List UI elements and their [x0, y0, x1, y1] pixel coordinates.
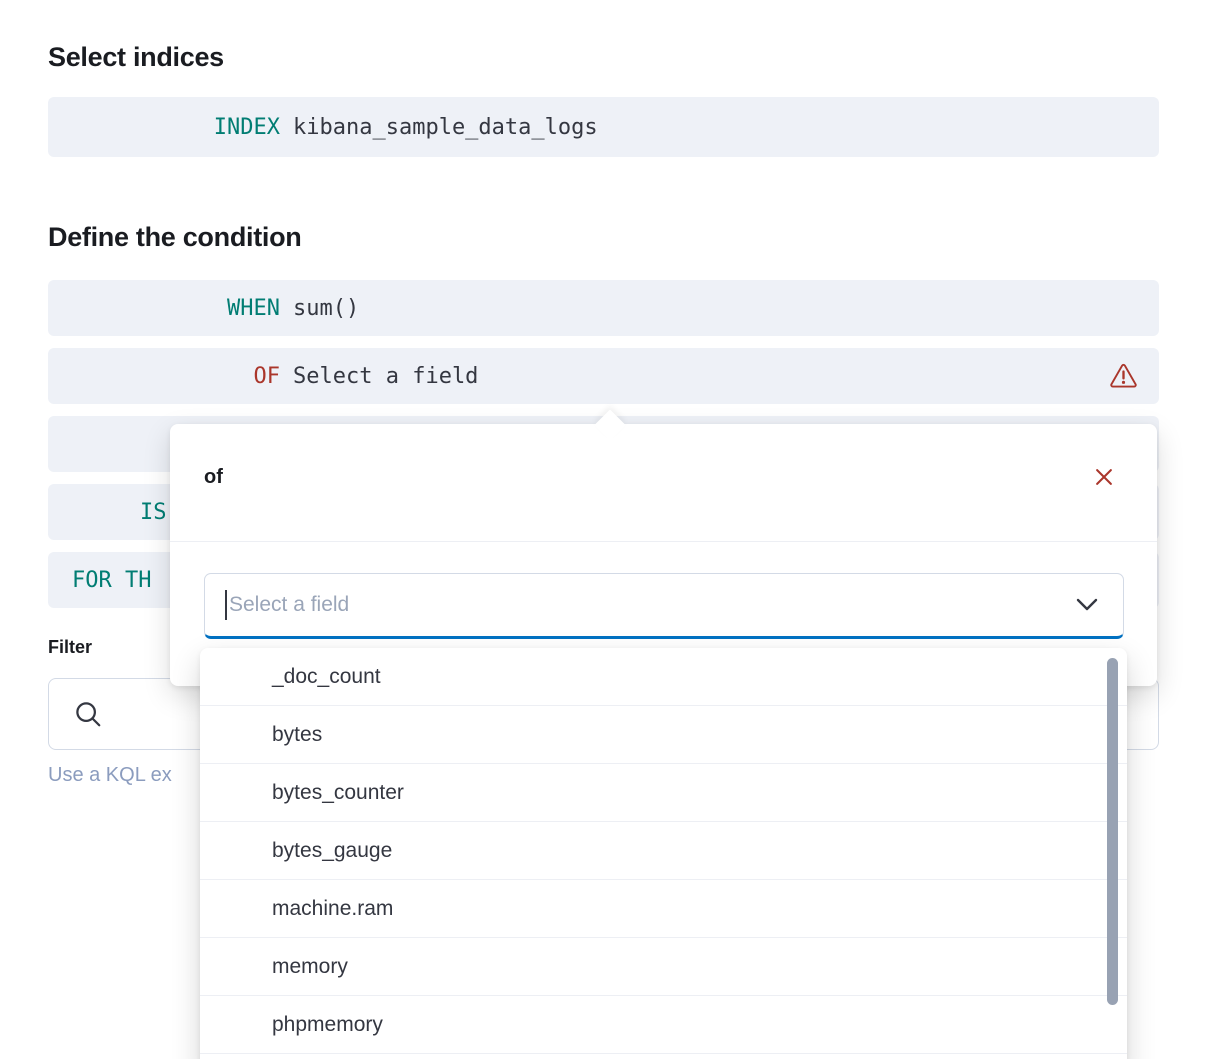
field-option[interactable]: bytes_gauge: [200, 822, 1127, 880]
when-keyword: WHEN: [48, 296, 280, 321]
field-option-label: memory: [272, 955, 348, 979]
close-icon[interactable]: [1093, 466, 1115, 488]
field-option[interactable]: phpmemory: [200, 996, 1127, 1054]
field-option[interactable]: memory: [200, 938, 1127, 996]
field-option-label: _doc_count: [272, 665, 381, 689]
for-the-last-keyword: FOR TH: [72, 568, 151, 593]
popover-header: of: [170, 424, 1157, 542]
kql-hint-text: Use a KQL ex: [48, 764, 172, 787]
field-option-label: bytes: [272, 723, 322, 747]
field-option-label: bytes_gauge: [272, 839, 392, 863]
when-expression-button[interactable]: WHEN sum(): [48, 280, 1159, 336]
field-option-label: bytes_counter: [272, 781, 404, 805]
field-options-list: _doc_count bytes bytes_counter bytes_gau…: [200, 648, 1127, 1059]
popover-title: of: [204, 466, 223, 489]
field-option[interactable]: bytes: [200, 706, 1127, 764]
index-keyword: INDEX: [48, 115, 280, 140]
field-option[interactable]: bytes_counter: [200, 764, 1127, 822]
field-option[interactable]: machine.ram: [200, 880, 1127, 938]
field-combobox[interactable]: Select a field: [204, 573, 1124, 639]
field-option[interactable]: _doc_count: [200, 648, 1127, 706]
text-cursor: [225, 590, 227, 620]
field-options: _doc_count bytes bytes_counter bytes_gau…: [200, 648, 1127, 1054]
alert-rule-editor: Select indices INDEX kibana_sample_data_…: [0, 0, 1213, 1059]
select-indices-title: Select indices: [48, 42, 224, 73]
combobox-placeholder: Select a field: [229, 593, 1075, 617]
field-option-label: machine.ram: [272, 897, 393, 921]
field-option-label: phpmemory: [272, 1013, 383, 1037]
of-popover: of Select a field: [170, 424, 1157, 686]
of-expression-button[interactable]: OF Select a field: [48, 348, 1159, 404]
index-value: kibana_sample_data_logs: [293, 115, 598, 140]
search-icon: [73, 699, 103, 729]
when-value: sum(): [293, 296, 359, 321]
index-expression-button[interactable]: INDEX kibana_sample_data_logs: [48, 97, 1159, 157]
filter-label: Filter: [48, 637, 92, 658]
of-value: Select a field: [293, 364, 478, 389]
warning-triangle-icon: [1110, 364, 1137, 389]
of-keyword: OF: [48, 364, 280, 389]
is-keyword: IS: [140, 500, 167, 525]
scrollbar-thumb[interactable]: [1107, 658, 1118, 1005]
define-condition-title: Define the condition: [48, 222, 302, 253]
chevron-down-icon[interactable]: [1075, 597, 1099, 613]
